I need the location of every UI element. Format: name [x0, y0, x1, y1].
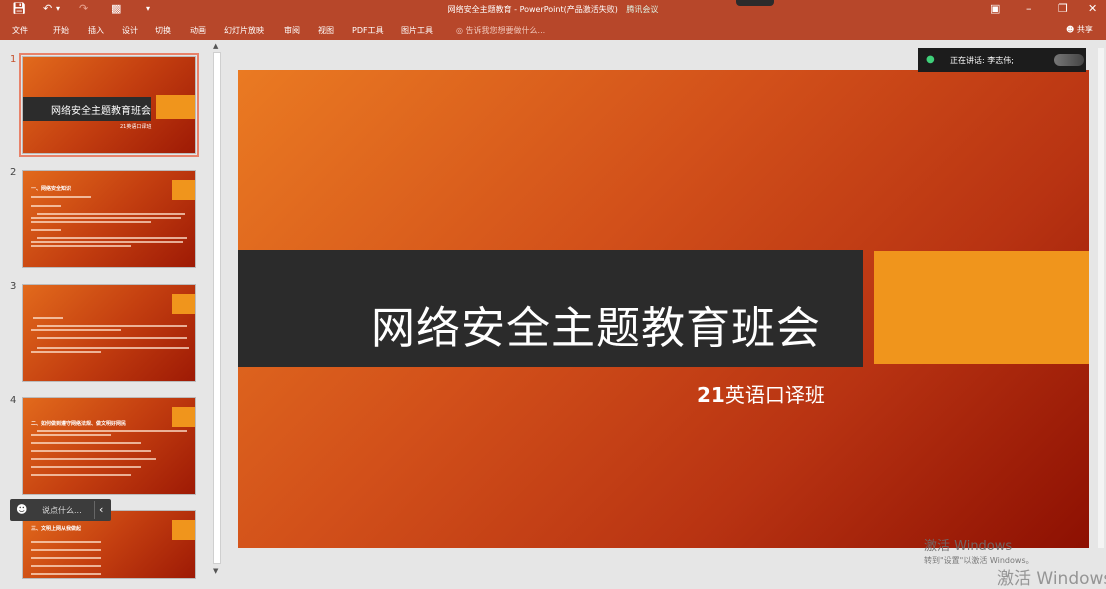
thumb-orange-block	[172, 407, 195, 427]
thumb-subtitle: 21英语口译班	[120, 124, 152, 130]
lightbulb-icon: ◎	[456, 26, 463, 35]
microphone-icon: ●	[926, 54, 935, 65]
orange-block	[874, 251, 1089, 364]
person-icon: ☻	[1066, 25, 1075, 34]
thumbnail-scrollbar[interactable]: ▲ ▼	[211, 40, 223, 579]
collapse-icon[interactable]: ‹	[99, 503, 103, 516]
ribbon-tabs: 文件 开始 插入 设计 切换 动画 幻灯片放映 审阅 视图 PDF工具 图片工具…	[0, 20, 1106, 40]
tell-me-box[interactable]: ◎ 告诉我您想要做什么...	[456, 25, 545, 36]
slide-number: 1	[10, 54, 17, 65]
thumb-orange-block	[156, 95, 195, 119]
tab-view[interactable]: 视图	[318, 25, 334, 36]
screen-share-indicator	[736, 0, 774, 6]
slide-thumbnail-2[interactable]: 一、网络安全知识	[22, 170, 196, 268]
tab-design[interactable]: 设计	[122, 25, 138, 36]
tab-home[interactable]: 开始	[53, 25, 69, 36]
divider	[94, 501, 95, 519]
meeting-badge[interactable]: 腾讯会议	[626, 5, 658, 14]
scroll-down-icon[interactable]: ▼	[213, 567, 218, 575]
thumb-orange-block	[172, 294, 195, 314]
ribbon-display-icon[interactable]: ▣	[990, 2, 1000, 16]
scroll-up-icon[interactable]: ▲	[213, 42, 218, 50]
tab-transitions[interactable]: 切换	[155, 25, 171, 36]
chat-input[interactable]: 说点什么...	[42, 505, 82, 516]
thumb-orange-block	[172, 180, 195, 200]
slide-number: 4	[10, 395, 17, 406]
slide-subtitle[interactable]: 21英语口译班	[697, 379, 825, 408]
minimize-icon[interactable]: –	[1026, 2, 1032, 16]
subtitle-number: 21	[697, 383, 725, 407]
tab-review[interactable]: 审阅	[284, 25, 300, 36]
thumb-heading: 二、如何做到遵守网络法规、做文明好网民	[31, 421, 127, 427]
activation-watermark: 激活 Windows 转到"设置"以激活 Windows。	[924, 535, 1034, 566]
subtitle-text: 英语口译班	[724, 383, 825, 407]
speaking-indicator: ● 正在讲话: 李志伟;	[918, 48, 1086, 72]
emoji-icon[interactable]: ☻	[16, 503, 27, 516]
editor-scroll-thumb[interactable]	[1098, 48, 1104, 548]
scroll-thumb[interactable]	[213, 52, 221, 564]
activate-line-3: 激活 Windows	[997, 569, 1106, 589]
slide-thumbnail-3[interactable]	[22, 284, 196, 382]
speaking-label: 正在讲话: 李志伟;	[950, 56, 1014, 65]
thumb-title: 网络安全主题教育班会	[51, 106, 151, 117]
share-button[interactable]: ☻ 共享	[1066, 24, 1093, 35]
activate-line-1: 激活 Windows	[924, 539, 1013, 554]
slide-title[interactable]: 网络安全主题教育班会	[371, 292, 821, 356]
editor-scrollbar[interactable]	[1096, 40, 1106, 579]
tab-pdf-tools[interactable]: PDF工具	[352, 25, 384, 36]
tab-picture-tools[interactable]: 图片工具	[401, 25, 433, 36]
slide-number: 2	[10, 167, 17, 178]
main-slide[interactable]: 网络安全主题教育班会 21英语口译班	[238, 70, 1089, 548]
thumb-orange-block	[172, 520, 195, 540]
thumb-heading: 一、网络安全知识	[31, 186, 72, 192]
slide-number: 3	[10, 281, 17, 292]
thumb-heading: 三、文明上网从我做起	[31, 526, 82, 532]
title-bar: 💾︎ ↶ ▾ ↷ ▩ ▾ 网络安全主题教育 - PowerPoint(产品激活失…	[0, 0, 1106, 20]
restore-icon[interactable]: ❐	[1058, 2, 1068, 16]
window-title: 网络安全主题教育 - PowerPoint(产品激活失败) 腾讯会议	[447, 5, 659, 14]
share-label: 共享	[1076, 25, 1093, 34]
tab-slideshow[interactable]: 幻灯片放映	[224, 25, 264, 36]
slide-thumbnail-4[interactable]: 二、如何做到遵守网络法规、做文明好网民	[22, 397, 196, 495]
avatar	[1054, 54, 1084, 66]
tell-me-label: 告诉我您想要做什么...	[465, 26, 546, 35]
meeting-chat-widget[interactable]: ☻ 说点什么... ‹	[10, 499, 111, 521]
tab-file[interactable]: 文件	[12, 25, 28, 36]
tab-insert[interactable]: 插入	[88, 25, 104, 36]
close-icon[interactable]: ✕	[1088, 2, 1097, 16]
slide-thumbnail-1[interactable]: 网络安全主题教育班会 21英语口译班	[19, 53, 199, 157]
tab-animations[interactable]: 动画	[190, 25, 206, 36]
